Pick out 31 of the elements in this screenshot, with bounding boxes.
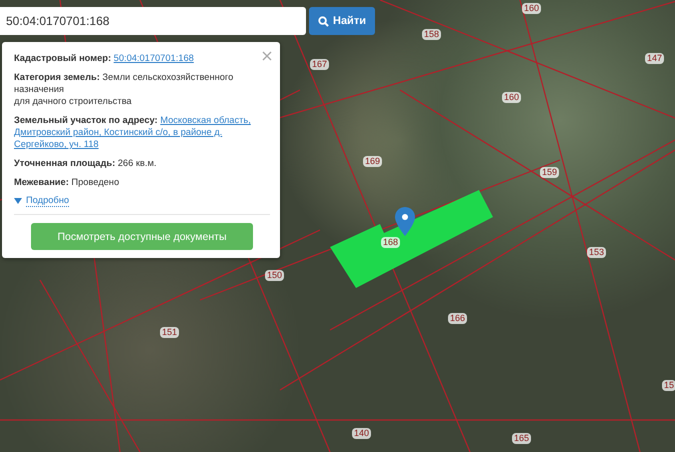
search-button[interactable]: Найти	[309, 7, 375, 35]
parcel-number-label: 158	[422, 29, 442, 40]
search-icon	[318, 16, 329, 26]
parcel-number-label: 159	[540, 167, 560, 178]
parcel-number-label: 167	[310, 59, 330, 70]
field-link[interactable]: Московская область,	[160, 115, 251, 125]
details-link[interactable]: Подробно	[26, 195, 70, 207]
field-link[interactable]: Сергейково, уч. 118	[14, 139, 99, 149]
info-line: Кадастровый номер: 50:04:0170701:168	[14, 52, 195, 64]
info-line: Межевание: Проведено	[14, 176, 120, 188]
parcel-number-label: 168	[381, 237, 400, 248]
field-link[interactable]: Дмитровский район, Костинский с/о, в районе д.	[14, 127, 222, 137]
parcel-number-label: 150	[265, 270, 284, 281]
parcel-number-label: 160	[502, 92, 522, 103]
search-field[interactable]: 50:04:0170701:168	[0, 7, 306, 35]
parcel-number-label: 140	[352, 428, 372, 439]
field-link[interactable]: 50:04:0170701:168	[114, 53, 194, 63]
parcel-number-label: 151	[160, 327, 180, 338]
parcel-number-label: 160	[522, 3, 542, 14]
selected-parcel-shape[interactable]	[330, 190, 493, 288]
parcel-number-label: 165	[512, 433, 532, 444]
parcel-number-label: 166	[448, 313, 468, 324]
info-line: Уточненная площадь: 266 кв.м.	[14, 157, 158, 169]
parcel-number-label: 15	[662, 380, 675, 391]
map-pin-icon[interactable]	[395, 207, 415, 236]
parcel-number-label: 169	[363, 156, 382, 167]
info-line: Категория земель: Земли сельскохозяйственного назначения для дачного строительства	[14, 71, 234, 107]
parcel-number-label: 153	[587, 247, 606, 258]
parcel-number-label: 147	[645, 53, 664, 64]
view-documents-button[interactable]: Посмотреть доступные документы	[31, 223, 253, 250]
info-line: Земельный участок по адресу: Московская область, Дмитровский район, Костинский с/о, в районе д. Сергейково, уч. 118	[14, 114, 252, 150]
